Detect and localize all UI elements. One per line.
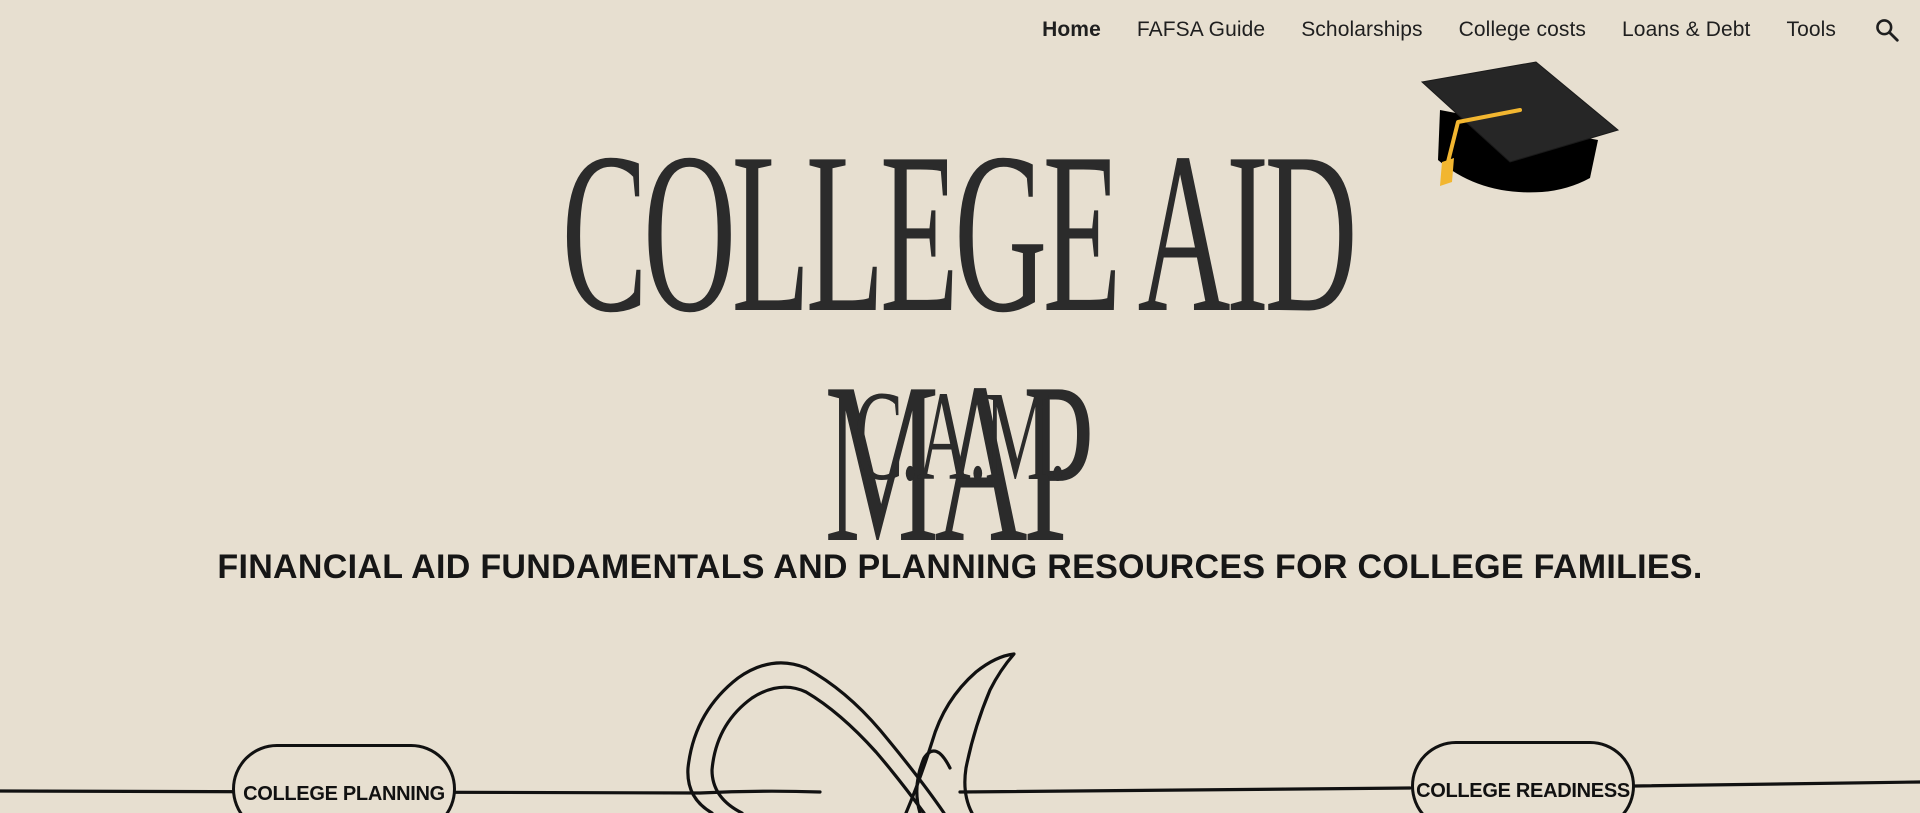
nav-fafsa-guide[interactable]: FAFSA Guide (1137, 18, 1265, 42)
college-planning-label: COLLEGE PLANNING (243, 783, 445, 805)
nav-tools[interactable]: Tools (1786, 18, 1836, 42)
site-title: COLLEGE AID MAP (561, 105, 1358, 590)
top-navigation: Home FAFSA Guide Scholarships College co… (1006, 0, 1920, 60)
nav-loans-debt[interactable]: Loans & Debt (1622, 18, 1750, 42)
site-abbreviation: C.A.M. (853, 365, 1067, 507)
search-icon (1876, 19, 1899, 42)
nav-scholarships[interactable]: Scholarships (1301, 18, 1422, 42)
nav-college-costs[interactable]: College costs (1459, 18, 1586, 42)
site-tagline: FINANCIAL AID FUNDAMENTALS AND PLANNING … (217, 548, 1703, 586)
college-planning-pill[interactable]: COLLEGE PLANNING (232, 744, 456, 813)
search-button[interactable] (1872, 15, 1902, 45)
college-readiness-pill[interactable]: COLLEGE READINESS (1411, 741, 1635, 813)
graduation-cap-icon (1420, 61, 1620, 193)
college-readiness-label: COLLEGE READINESS (1416, 780, 1630, 802)
nav-home[interactable]: Home (1042, 18, 1101, 42)
